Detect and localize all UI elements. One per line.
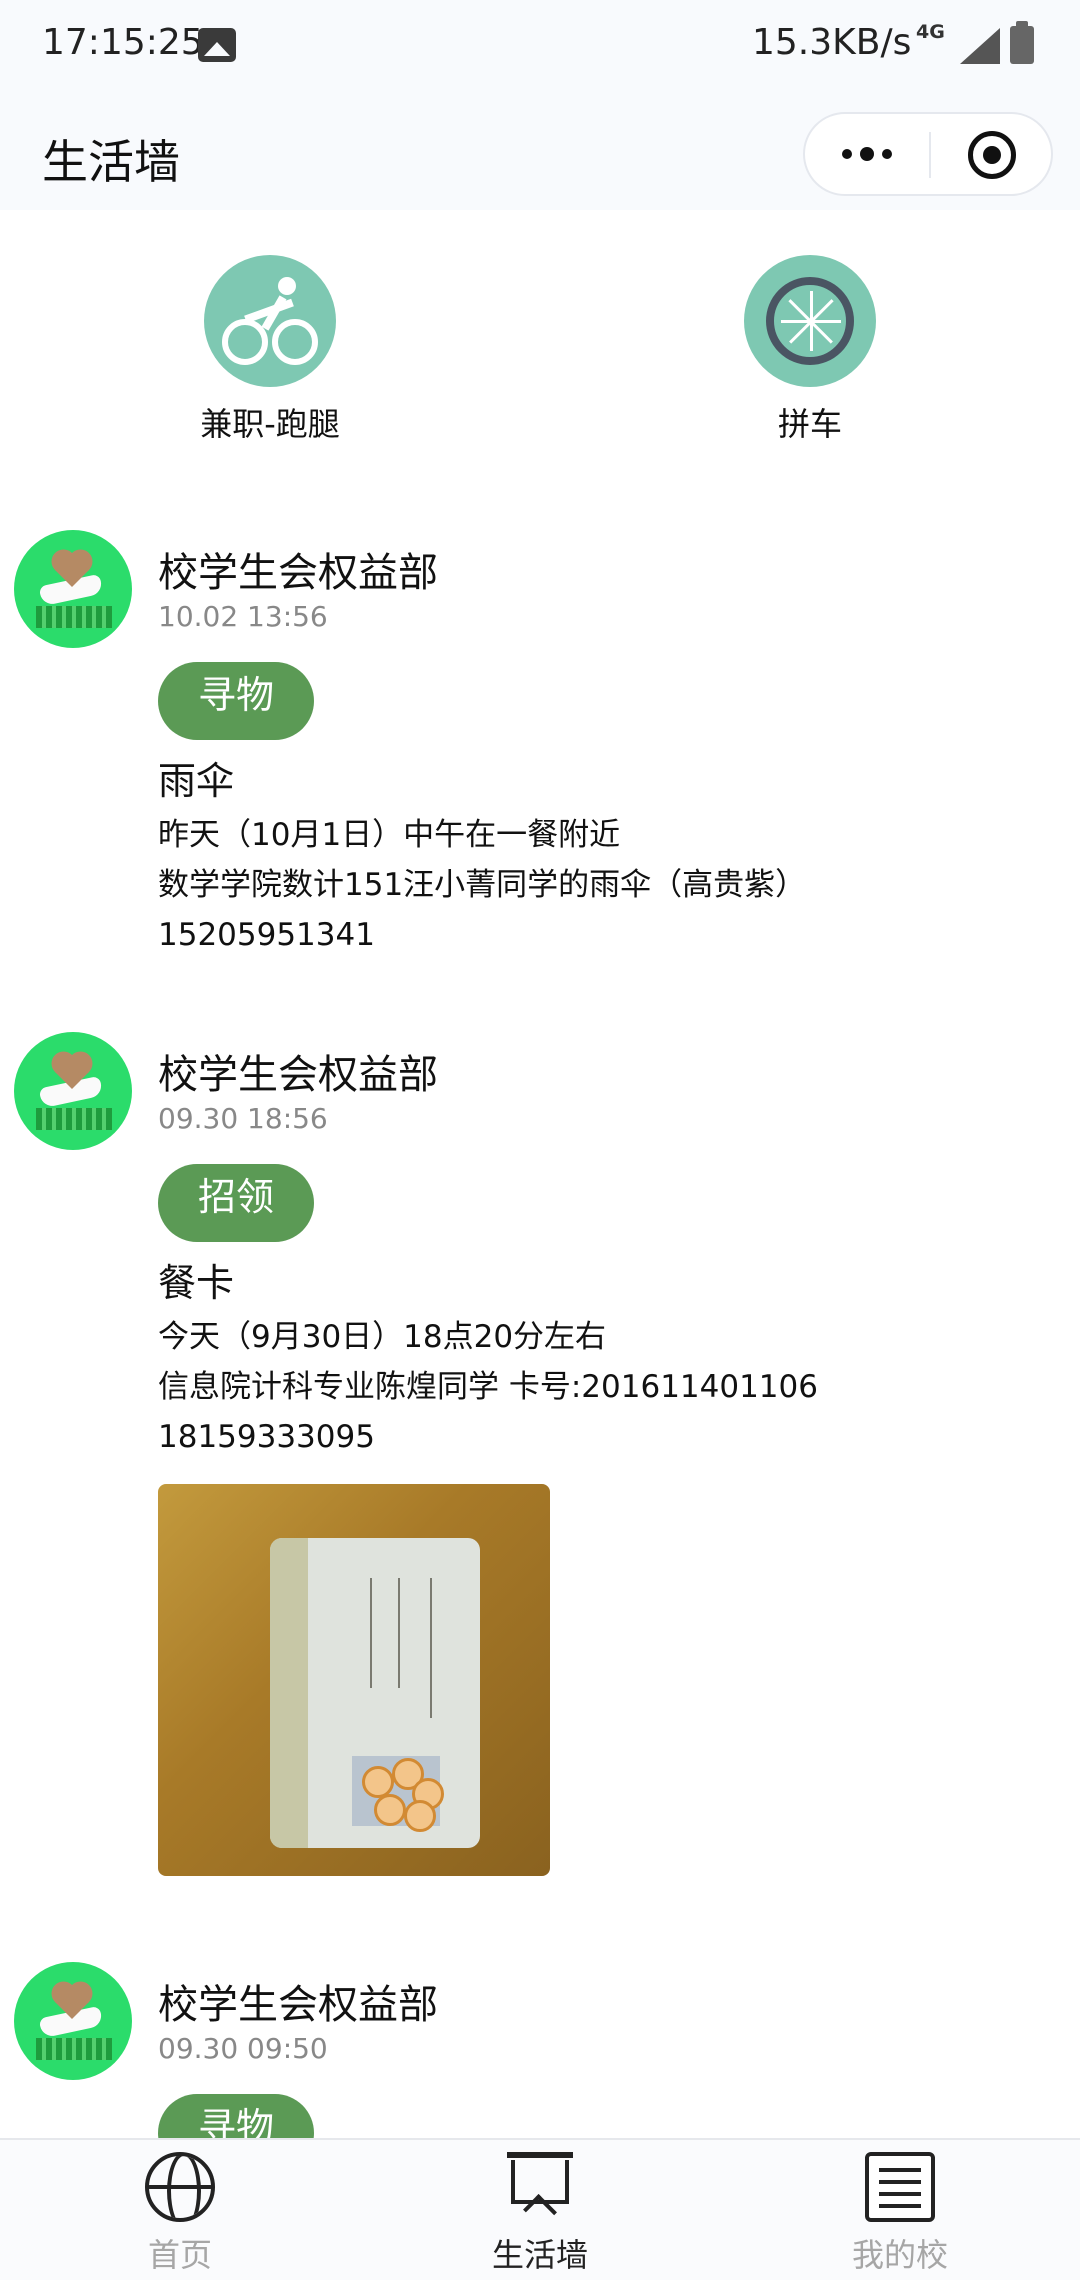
post-author: 校学生会权益部 — [158, 550, 438, 596]
tab-label: 我的校 — [851, 2236, 948, 2274]
post-title: 餐卡 — [158, 1261, 235, 1305]
post-tag-badge: 寻物 — [158, 662, 314, 740]
image-icon — [198, 28, 236, 62]
network-type: 4G — [916, 21, 945, 43]
network-speed: 15.3KB/s — [752, 22, 912, 63]
page-title: 生活墙 — [42, 135, 180, 189]
tab-my-school[interactable]: 我的校 — [800, 2152, 1000, 2276]
status-bar: 17:15:25 15.3KB/s 4G — [0, 0, 1080, 90]
board-icon — [507, 2152, 573, 2228]
avatar[interactable] — [14, 1032, 132, 1150]
target-close-icon[interactable] — [968, 131, 1016, 179]
post-time: 09.30 18:56 — [158, 1102, 328, 1135]
post-title: 雨伞 — [158, 759, 235, 803]
wheel-icon — [744, 255, 876, 387]
avatar[interactable] — [14, 1962, 132, 2080]
post-body: 今天（9月30日）18点20分左右 信息院计科专业陈煌同学 卡号:2016114… — [158, 1319, 818, 1455]
battery-icon — [1010, 21, 1034, 64]
id-card-graphic — [270, 1538, 480, 1848]
tab-home[interactable]: 首页 — [80, 2152, 280, 2276]
meal-card-photo[interactable] — [158, 1484, 550, 1876]
post-author: 校学生会权益部 — [158, 1982, 438, 2028]
globe-icon — [145, 2152, 215, 2222]
post-body: 昨天（10月1日）中午在一餐附近 数学学院数计151汪小菁同学的雨伞（高贵紫） … — [158, 817, 807, 953]
post-tag-badge: 寻物 — [158, 2094, 314, 2138]
status-time: 17:15:25 — [42, 22, 204, 63]
post-time: 09.30 09:50 — [158, 2032, 328, 2065]
bicycle-icon — [204, 255, 336, 387]
post-item[interactable]: 校学生会权益部 10.02 13:56 寻物 雨伞 昨天（10月1日）中午在一餐… — [0, 520, 1080, 980]
tab-label: 生活墙 — [491, 2236, 588, 2274]
post-item[interactable]: 校学生会权益部 09.30 18:56 招领 餐卡 今天（9月30日）18点20… — [0, 1022, 1080, 1922]
receipt-icon — [865, 2152, 935, 2222]
more-dots-icon[interactable] — [805, 114, 929, 194]
signal-icon — [960, 28, 1000, 64]
quick-entry-label: 拼车 — [777, 405, 842, 443]
capsule-divider — [929, 132, 931, 178]
post-author: 校学生会权益部 — [158, 1052, 438, 1098]
nav-header: 生活墙 — [0, 90, 1080, 210]
quick-entry-label: 兼职-跑腿 — [200, 405, 340, 443]
post-time: 10.02 13:56 — [158, 600, 328, 633]
tab-life-wall[interactable]: 生活墙 — [440, 2152, 640, 2276]
post-tag-badge: 招领 — [158, 1164, 314, 1242]
quick-entry-parttime[interactable]: 兼职-跑腿 — [140, 255, 400, 445]
bottom-tab-bar: 首页 生活墙 我的校 — [0, 2138, 1080, 2280]
mini-program-capsule — [803, 112, 1053, 196]
avatar[interactable] — [14, 530, 132, 648]
tab-label: 首页 — [147, 2236, 212, 2274]
post-item[interactable]: 校学生会权益部 09.30 09:50 寻物 — [0, 1952, 1080, 2138]
quick-entry-carpool[interactable]: 拼车 — [680, 255, 940, 445]
